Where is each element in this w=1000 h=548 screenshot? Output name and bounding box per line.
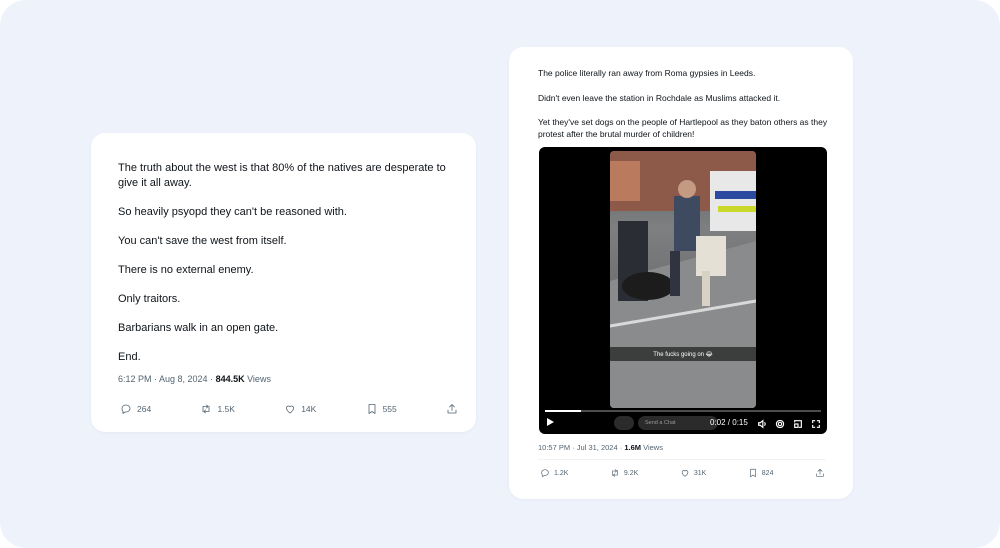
like-count: 31K [693, 469, 707, 477]
video-progress-bar[interactable] [545, 410, 821, 412]
view-count: 844.5K [215, 374, 245, 384]
video-controls: Send a Chat 0:02 / 0:15 [539, 410, 827, 434]
post-line: You can't save the west from itself. [118, 234, 287, 247]
send-chat-field: Send a Chat [638, 416, 718, 430]
post-meta: 6:12 PM · Aug 8, 2024 · 844.5K Views [118, 374, 271, 384]
bookmark-icon [368, 404, 375, 414]
action-bar: 264 1.5K 14K 555 [120, 403, 458, 415]
post-text: The truth about the west is that 80% of … [118, 161, 463, 364]
settings-icon[interactable] [775, 416, 785, 429]
reply-button[interactable]: 264 [120, 403, 151, 415]
bookmark-button[interactable]: 824 [748, 468, 774, 478]
like-count: 14K [301, 404, 317, 414]
post-line: There is no external enemy. [118, 263, 254, 276]
reply-icon [541, 469, 549, 478]
play-icon[interactable] [547, 418, 554, 426]
snap-caption: The fucks going on 😂 [610, 347, 756, 361]
video-scene-image [610, 151, 756, 408]
share-button[interactable] [815, 468, 825, 478]
views-label: Views [244, 374, 271, 384]
post-line: End. [118, 350, 141, 363]
video-frame[interactable]: The fucks going on 😂 [610, 151, 756, 408]
repost-button[interactable]: 9.2K [610, 468, 638, 478]
reply-icon [121, 404, 131, 414]
share-icon [816, 468, 824, 477]
bookmark-icon [749, 468, 756, 478]
repost-button[interactable]: 1.5K [200, 403, 235, 415]
heart-icon [286, 405, 295, 414]
divider [538, 459, 826, 460]
bookmark-button[interactable]: 555 [366, 403, 397, 415]
repost-icon [612, 469, 618, 477]
post-line: So heavily psyopd they can't be reasoned… [118, 205, 347, 218]
post-line: Didn't even leave the station in Rochdal… [538, 92, 781, 103]
view-count: 1.6M [624, 443, 641, 452]
post-timestamp[interactable]: 10:57 PM · Jul 31, 2024 · [538, 443, 624, 452]
camera-icon [614, 416, 634, 430]
video-progress-fill [545, 410, 581, 412]
bookmark-count: 824 [761, 469, 774, 477]
post-line: The truth about the west is that 80% of … [118, 162, 446, 189]
like-button[interactable]: 31K [680, 468, 706, 478]
volume-icon[interactable] [757, 416, 767, 429]
post-meta: 10:57 PM · Jul 31, 2024 · 1.6M Views [538, 443, 663, 452]
repost-count: 1.5K [217, 404, 235, 414]
post-card-left: The truth about the west is that 80% of … [91, 133, 476, 432]
repost-icon [203, 404, 210, 414]
like-button[interactable]: 14K [284, 403, 316, 415]
video-time: 0:02 / 0:15 [710, 418, 748, 427]
post-text: The police literally ran away from Roma … [538, 67, 838, 140]
post-card-right: The police literally ran away from Roma … [509, 47, 853, 499]
post-timestamp[interactable]: 6:12 PM · Aug 8, 2024 · [118, 374, 216, 384]
reply-count: 1.2K [554, 469, 569, 477]
post-line: Barbarians walk in an open gate. [118, 321, 279, 334]
pip-icon[interactable] [793, 416, 803, 428]
post-line: The police literally ran away from Roma … [538, 68, 756, 78]
fullscreen-icon[interactable] [811, 416, 821, 428]
share-icon [447, 404, 457, 414]
action-bar: 1.2K 9.2K 31K 824 [540, 468, 825, 478]
heart-icon [681, 470, 689, 477]
bookmark-count: 555 [382, 404, 397, 414]
video-player[interactable]: The fucks going on 😂 Send a Chat 0:02 / … [539, 147, 827, 434]
post-line: Yet they've set dogs on the people of Ha… [538, 117, 828, 139]
reply-count: 264 [137, 404, 152, 414]
repost-count: 9.2K [623, 469, 639, 477]
reply-button[interactable]: 1.2K [540, 468, 568, 478]
background-panel: The truth about the west is that 80% of … [0, 0, 1000, 548]
share-button[interactable] [446, 403, 458, 415]
views-label: Views [641, 443, 663, 452]
post-line: Only traitors. [118, 292, 181, 305]
